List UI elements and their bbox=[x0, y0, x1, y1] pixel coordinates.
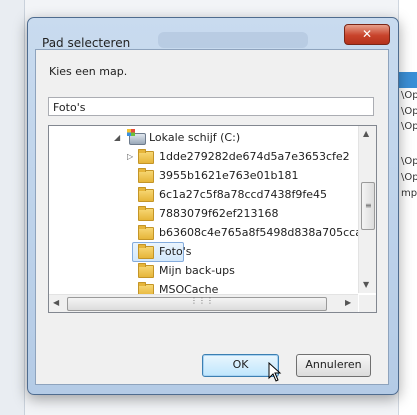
vertical-scroll-thumb[interactable]: ≡ bbox=[361, 182, 375, 230]
tree-item-folder[interactable]: Mijn back-ups bbox=[49, 261, 359, 280]
folder-icon bbox=[138, 149, 154, 164]
background-text: \Op bbox=[401, 106, 417, 117]
collapsed-arrow-icon[interactable]: ▷ bbox=[127, 147, 133, 166]
background-sidebar bbox=[0, 0, 25, 415]
cancel-button[interactable]: Annuleren bbox=[296, 354, 371, 377]
tree-item-label: Lokale schijf (C:) bbox=[149, 131, 241, 144]
tree-item-folder-selected[interactable]: Foto's bbox=[49, 242, 359, 262]
drive-icon bbox=[127, 129, 146, 145]
background-highlight bbox=[399, 72, 417, 88]
dialog-prompt: Kies een map. bbox=[49, 65, 128, 78]
background-text: mp bbox=[401, 188, 417, 199]
horizontal-scroll-thumb[interactable]: ⋮⋮⋮ bbox=[67, 296, 327, 311]
grip-icon: ≡ bbox=[365, 201, 372, 210]
dialog-client: Kies een map. Foto's ◢ Lokale schijf (C:… bbox=[35, 49, 389, 385]
folder-icon bbox=[138, 263, 154, 278]
folder-icon bbox=[138, 206, 154, 221]
scroll-right-icon[interactable]: ▶ bbox=[345, 298, 351, 307]
grip-icon: ⋮⋮⋮ bbox=[190, 296, 214, 305]
folder-path-input[interactable]: Foto's bbox=[48, 97, 374, 116]
scroll-up-icon[interactable]: ▲ bbox=[363, 129, 369, 138]
folder-tree[interactable]: ◢ Lokale schijf (C:) ▷ 1dde279282de674d5… bbox=[48, 125, 377, 313]
tree-item-label: Mijn back-ups bbox=[159, 264, 235, 277]
dialog-title: Pad selecteren bbox=[42, 36, 131, 50]
folder-icon bbox=[138, 187, 154, 202]
scroll-corner bbox=[359, 295, 376, 312]
tree-item-folder[interactable]: 6c1a27c5f8a78ccd7438f9fe45 bbox=[49, 185, 359, 204]
scroll-left-icon[interactable]: ◀ bbox=[53, 298, 59, 307]
horizontal-scrollbar[interactable]: ◀ ⋮⋮⋮ ▶ bbox=[49, 294, 358, 312]
scroll-down-icon[interactable]: ▼ bbox=[363, 280, 369, 289]
tree-item-label: 6c1a27c5f8a78ccd7438f9fe45 bbox=[159, 188, 328, 201]
background-list: \Op \Op \Op \Op \Op mp bbox=[398, 0, 417, 415]
folder-icon bbox=[138, 168, 154, 183]
vertical-scrollbar[interactable]: ▲ ≡ ▼ bbox=[358, 126, 376, 293]
expanded-arrow-icon[interactable]: ◢ bbox=[114, 128, 120, 147]
background-text: \Op bbox=[401, 121, 417, 132]
tree-item-label: 3955b1621e763e01b181 bbox=[159, 169, 299, 182]
background-text: \Op bbox=[401, 172, 417, 183]
close-button[interactable]: ✕ bbox=[344, 24, 390, 45]
background-text: \Op bbox=[401, 90, 417, 101]
tree-item-drive[interactable]: ◢ Lokale schijf (C:) bbox=[49, 128, 359, 147]
tree-item-folder[interactable]: 7883079f62ef213168 bbox=[49, 204, 359, 223]
title-bar-blur bbox=[158, 32, 308, 48]
tree-item-label: 7883079f62ef213168 bbox=[159, 207, 279, 220]
tree-item-label: b63608c4e765a8f5498d838a705cca bbox=[159, 226, 362, 239]
background-text: \Op bbox=[401, 156, 417, 167]
folder-icon bbox=[138, 244, 154, 259]
folder-icon bbox=[138, 225, 154, 240]
tree-item-label: 1dde279282de674d5a7e3653cfe2 bbox=[159, 150, 350, 163]
tree-item-folder[interactable]: b63608c4e765a8f5498d838a705cca bbox=[49, 223, 362, 242]
tree-item-folder[interactable]: ▷ 1dde279282de674d5a7e3653cfe2 bbox=[49, 147, 359, 166]
close-icon: ✕ bbox=[361, 27, 373, 41]
tree-item-folder[interactable]: 3955b1621e763e01b181 bbox=[49, 166, 359, 185]
mouse-cursor-icon bbox=[268, 362, 282, 382]
tree-item-label: Foto's bbox=[159, 245, 192, 258]
